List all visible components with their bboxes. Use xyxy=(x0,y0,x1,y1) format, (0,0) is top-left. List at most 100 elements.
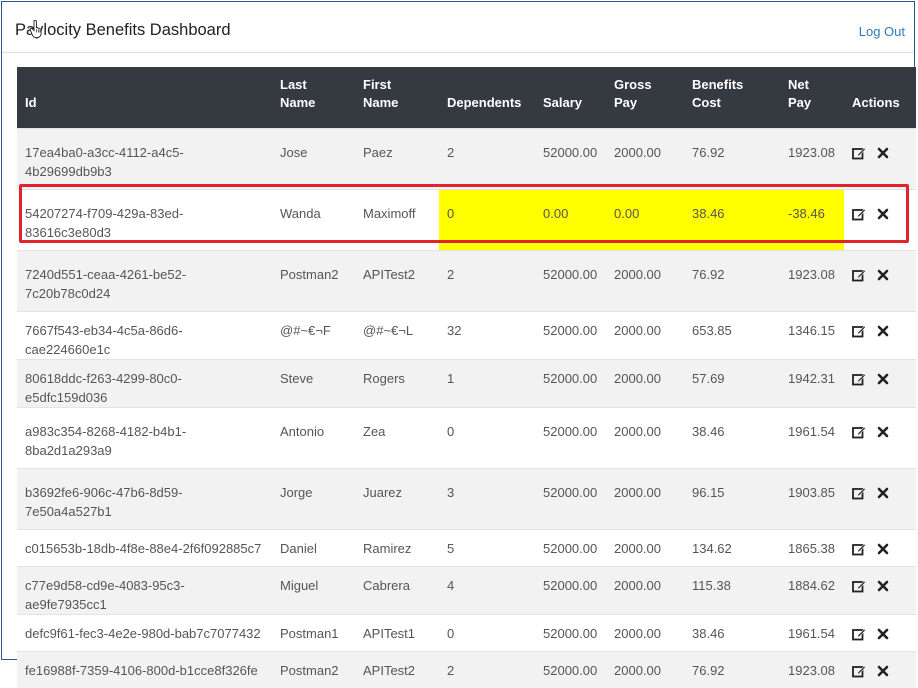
column-header-salary: Salary xyxy=(535,67,606,128)
edit-icon[interactable] xyxy=(852,324,866,338)
cell-actions xyxy=(844,650,916,688)
delete-icon[interactable] xyxy=(876,207,890,221)
cell-id: c015653b-18db-4f8e-88e4-2f6f092885c7 xyxy=(17,528,272,566)
cell-net: 1961.54 xyxy=(780,406,844,468)
cell-actions xyxy=(844,613,916,651)
cell-id: b3692fe6-906c-47b6-8d59-7e50a4a527b1 xyxy=(17,467,272,529)
cell-gross: 2000.00 xyxy=(606,310,684,359)
edit-icon[interactable] xyxy=(852,579,866,593)
cell-last: Miguel xyxy=(272,565,355,614)
delete-icon[interactable] xyxy=(876,627,890,641)
cell-net: 1884.62 xyxy=(780,565,844,614)
cell-first: Juarez xyxy=(355,467,439,529)
logout-link[interactable]: Log Out xyxy=(859,24,905,39)
cell-last: Steve xyxy=(272,358,355,407)
column-header-id: Id xyxy=(17,67,272,128)
cell-salary: 52000.00 xyxy=(535,528,606,566)
cell-salary: 52000.00 xyxy=(535,613,606,651)
cell-last: Postman1 xyxy=(272,613,355,651)
delete-icon[interactable] xyxy=(876,268,890,282)
column-header-last: Last Name xyxy=(272,67,355,128)
column-header-actions: Actions xyxy=(844,67,916,128)
cell-salary: 52000.00 xyxy=(535,249,606,311)
cell-salary: 52000.00 xyxy=(535,406,606,468)
cell-id: fe16988f-7359-4106-800d-b1cce8f326fe xyxy=(17,650,272,688)
column-header-label: Name xyxy=(363,94,399,110)
cell-dependents: 0 xyxy=(439,188,535,250)
cell-benefits: 57.69 xyxy=(684,358,780,407)
delete-icon[interactable] xyxy=(876,486,890,500)
employees-table: Id Last Name First Name Dependents Salary Gross… xyxy=(17,67,916,688)
delete-icon[interactable] xyxy=(876,425,890,439)
cell-gross: 2000.00 xyxy=(606,613,684,651)
delete-icon[interactable] xyxy=(876,324,890,338)
cell-salary: 0.00 xyxy=(535,188,606,250)
cell-actions xyxy=(844,565,916,614)
table-row: a983c354-8268-4182-b4b1-8ba2d1a293a9 Anto… xyxy=(17,406,916,468)
cell-first: APITest2 xyxy=(355,650,439,688)
edit-icon[interactable] xyxy=(852,425,866,439)
column-header-net: Net Pay xyxy=(780,67,844,128)
cell-benefits: 38.46 xyxy=(684,406,780,468)
column-header-dependents: Dependents xyxy=(439,67,535,128)
cell-last: Postman2 xyxy=(272,249,355,311)
cell-first: APITest2 xyxy=(355,249,439,311)
cell-benefits: 38.46 xyxy=(684,188,780,250)
cell-id: 17ea4ba0-a3cc-4112-a4c5-4b29699db9b3 xyxy=(17,127,272,189)
column-header-label: Dependents xyxy=(447,94,522,110)
cell-salary: 52000.00 xyxy=(535,565,606,614)
cell-net: 1903.85 xyxy=(780,467,844,529)
edit-icon[interactable] xyxy=(852,207,866,221)
navbar: Paylocity Benefits Dashboard Log Out xyxy=(2,2,914,53)
column-header-line1: Net xyxy=(788,76,809,92)
delete-icon[interactable] xyxy=(876,579,890,593)
delete-icon[interactable] xyxy=(876,664,890,678)
table-row: 7240d551-ceaa-4261-be52-7c20b78c0d24 Post… xyxy=(17,249,916,311)
cell-id: 80618ddc-f263-4299-80c0-e5dfc159d036 xyxy=(17,358,272,407)
cell-id: c77e9d58-cd9e-4083-95c3-ae9fe7935cc1 xyxy=(17,565,272,614)
column-header-label: Pay xyxy=(788,94,812,110)
cell-benefits: 96.15 xyxy=(684,467,780,529)
cell-id: 7240d551-ceaa-4261-be52-7c20b78c0d24 xyxy=(17,249,272,311)
cell-gross: 2000.00 xyxy=(606,528,684,566)
cell-actions xyxy=(844,188,916,250)
edit-icon[interactable] xyxy=(852,664,866,678)
column-header-line1: Gross xyxy=(614,76,652,92)
cell-dependents: 2 xyxy=(439,249,535,311)
table-row: c77e9d58-cd9e-4083-95c3-ae9fe7935cc1 Migu… xyxy=(17,565,916,614)
cell-net: 1923.08 xyxy=(780,249,844,311)
app-title[interactable]: Paylocity Benefits Dashboard xyxy=(15,21,231,40)
cell-net: 1865.38 xyxy=(780,528,844,566)
delete-icon[interactable] xyxy=(876,146,890,160)
cell-dependents: 2 xyxy=(439,127,535,189)
delete-icon[interactable] xyxy=(876,542,890,556)
edit-icon[interactable] xyxy=(852,627,866,641)
cell-actions xyxy=(844,249,916,311)
cell-benefits: 76.92 xyxy=(684,127,780,189)
cell-net: 1923.08 xyxy=(780,650,844,688)
edit-icon[interactable] xyxy=(852,146,866,160)
table-row: fe16988f-7359-4106-800d-b1cce8f326fe Post… xyxy=(17,650,916,688)
cell-gross: 2000.00 xyxy=(606,565,684,614)
cell-dependents: 2 xyxy=(439,650,535,688)
cell-first: Ramirez xyxy=(355,528,439,566)
cell-first: Zea xyxy=(355,406,439,468)
cell-first: Cabrera xyxy=(355,565,439,614)
table-row: b3692fe6-906c-47b6-8d59-7e50a4a527b1 Jorg… xyxy=(17,467,916,529)
cell-dependents: 1 xyxy=(439,358,535,407)
edit-icon[interactable] xyxy=(852,542,866,556)
column-header-benefits: Benefits Cost xyxy=(684,67,780,128)
cell-benefits: 653.85 xyxy=(684,310,780,359)
edit-icon[interactable] xyxy=(852,268,866,282)
edit-icon[interactable] xyxy=(852,372,866,386)
cell-dependents: 0 xyxy=(439,613,535,651)
cell-gross: 2000.00 xyxy=(606,650,684,688)
table-body: 17ea4ba0-a3cc-4112-a4c5-4b29699db9b3 Jose… xyxy=(17,127,916,688)
delete-icon[interactable] xyxy=(876,372,890,386)
app-frame: Paylocity Benefits Dashboard Log Out Id L… xyxy=(1,1,916,688)
cell-salary: 52000.00 xyxy=(535,310,606,359)
cell-actions xyxy=(844,528,916,566)
column-header-label: Id xyxy=(25,94,37,110)
edit-icon[interactable] xyxy=(852,486,866,500)
cell-gross: 2000.00 xyxy=(606,358,684,407)
